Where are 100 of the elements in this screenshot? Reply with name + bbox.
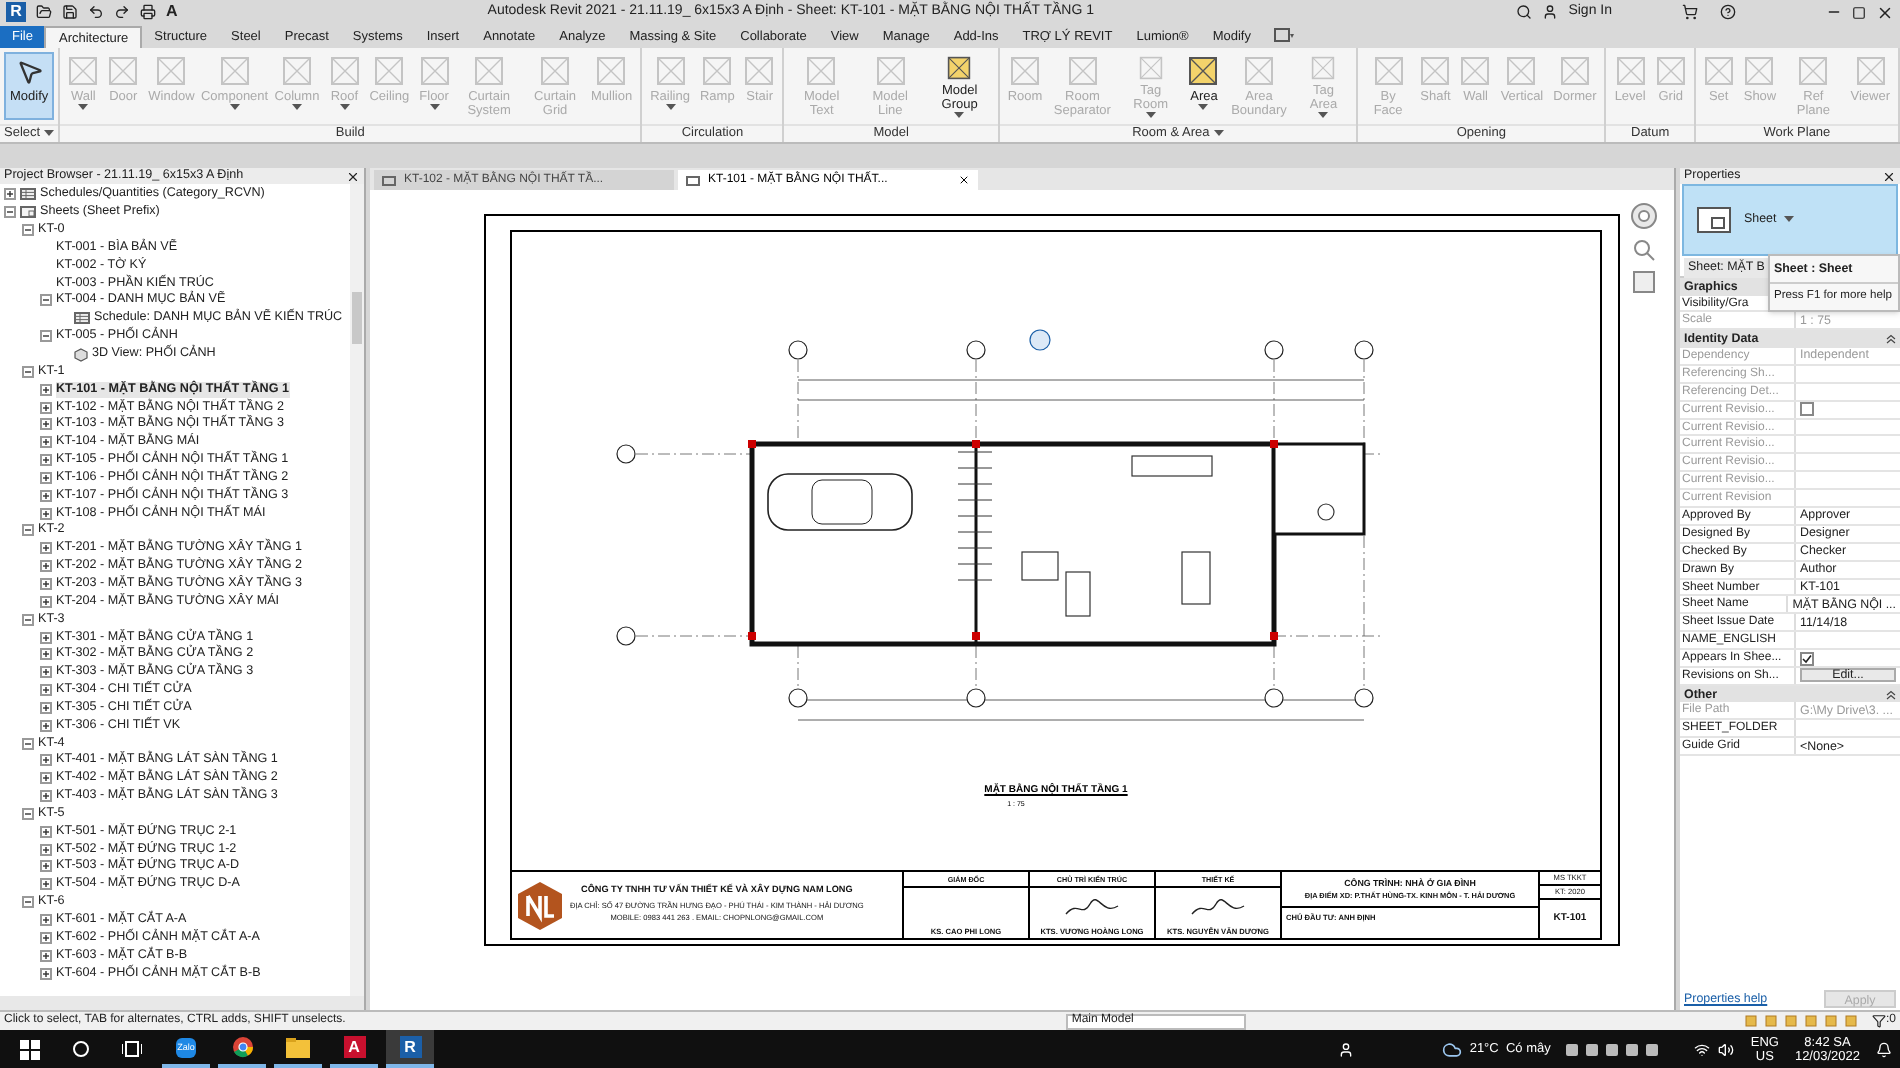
expand-icon[interactable] (40, 631, 52, 644)
collapse-icon[interactable] (22, 365, 34, 378)
square-icon (944, 56, 975, 80)
expand-icon[interactable] (40, 666, 52, 679)
expand-icon[interactable] (40, 914, 52, 927)
text-tool[interactable]: A (166, 0, 178, 24)
network-icon[interactable] (1694, 1041, 1711, 1057)
square-icon (1460, 56, 1491, 86)
square-icon (1855, 56, 1886, 86)
filter-icon[interactable] (1871, 1014, 1886, 1028)
expand-icon[interactable] (40, 754, 52, 767)
square-icon (156, 56, 187, 86)
collapse-icon[interactable] (1886, 334, 1896, 345)
maximize-icon[interactable] (1852, 5, 1866, 19)
help-icon[interactable] (1720, 4, 1736, 20)
expand-icon[interactable] (40, 401, 52, 414)
taskbar-app[interactable]: R (386, 1030, 434, 1068)
square-icon (1655, 56, 1686, 86)
square-icon (1703, 56, 1734, 86)
user-icon[interactable] (1542, 4, 1559, 20)
square-icon (1010, 56, 1041, 86)
windows-icon[interactable] (20, 1039, 40, 1059)
square-icon (655, 56, 686, 86)
panel-toggle-icon[interactable] (1274, 28, 1295, 44)
sheet-icon (382, 175, 396, 185)
search-icon[interactable] (1516, 4, 1533, 20)
expand-icon[interactable] (40, 436, 52, 449)
square-icon (419, 56, 450, 86)
task-view-icon[interactable] (122, 1040, 142, 1058)
expand-icon[interactable] (40, 860, 52, 873)
expand-icon[interactable] (40, 967, 52, 980)
scrollbar[interactable] (350, 184, 364, 996)
square-icon (329, 56, 360, 86)
cube-icon (74, 347, 88, 362)
cart-icon[interactable] (1682, 4, 1698, 20)
close-icon[interactable] (1876, 3, 1894, 21)
expand-icon[interactable] (40, 507, 52, 520)
square-icon (374, 56, 405, 86)
collapse-icon[interactable] (1886, 689, 1896, 700)
square-icon (1744, 56, 1775, 86)
collapse-icon[interactable] (22, 807, 34, 820)
collapse-icon[interactable] (22, 896, 34, 909)
collapse-icon[interactable] (22, 224, 34, 237)
open-icon[interactable] (36, 4, 52, 20)
expand-icon[interactable] (40, 595, 52, 608)
expand-icon[interactable] (40, 790, 52, 803)
taskbar-app[interactable]: A (330, 1030, 378, 1068)
notification-icon[interactable] (1876, 1041, 1892, 1057)
square-icon (540, 56, 571, 86)
expand-icon[interactable] (40, 772, 52, 785)
cursor-icon (15, 58, 44, 86)
expand-icon[interactable] (40, 684, 52, 697)
square-icon (1798, 56, 1829, 86)
steering-wheel-icon[interactable] (1630, 202, 1658, 230)
volume-icon[interactable] (1718, 1041, 1735, 1057)
square-icon (1373, 56, 1404, 86)
square-icon (1559, 56, 1590, 86)
print-icon[interactable] (140, 4, 156, 20)
collapse-icon[interactable] (22, 613, 34, 626)
table-icon (20, 188, 36, 201)
expand-icon[interactable] (40, 648, 52, 661)
close-icon[interactable] (1882, 169, 1896, 183)
square-icon (702, 56, 733, 86)
person-icon[interactable] (1337, 1041, 1354, 1057)
horizontal-scrollbar[interactable] (0, 996, 364, 1010)
close-icon[interactable] (958, 174, 970, 186)
square-icon (1067, 56, 1098, 86)
expand-icon[interactable] (40, 542, 52, 555)
expand-icon[interactable] (40, 701, 52, 714)
redo-icon[interactable] (114, 4, 130, 20)
expand-icon[interactable] (40, 949, 52, 962)
square-icon (875, 56, 906, 86)
expand-icon[interactable] (40, 931, 52, 944)
collapse-icon[interactable] (22, 524, 34, 537)
checkbox[interactable] (1800, 651, 1814, 666)
expand-icon[interactable] (40, 878, 52, 891)
cloud-icon (1441, 1039, 1462, 1059)
save-icon[interactable] (62, 4, 78, 20)
expand-icon[interactable] (40, 383, 52, 396)
expand-icon[interactable] (40, 418, 52, 431)
expand-icon[interactable] (40, 577, 52, 590)
expand-icon[interactable] (4, 188, 16, 201)
expand-icon[interactable] (40, 560, 52, 573)
collapse-icon[interactable] (40, 294, 52, 307)
undo-icon[interactable] (88, 4, 104, 20)
expand-icon[interactable] (40, 471, 52, 484)
collapse-icon[interactable] (22, 737, 34, 750)
expand-icon[interactable] (40, 843, 52, 856)
collapse-icon[interactable] (40, 330, 52, 343)
caret-icon (1784, 216, 1795, 224)
collapse-icon[interactable] (4, 206, 16, 219)
square-icon (281, 56, 312, 86)
app-logo[interactable]: R (6, 2, 26, 22)
expand-icon[interactable] (40, 825, 52, 838)
company-logo (516, 879, 564, 931)
square-icon (1188, 56, 1219, 86)
close-icon[interactable] (346, 169, 360, 183)
expand-icon[interactable] (40, 719, 52, 732)
expand-icon[interactable] (40, 489, 52, 502)
expand-icon[interactable] (40, 454, 52, 467)
